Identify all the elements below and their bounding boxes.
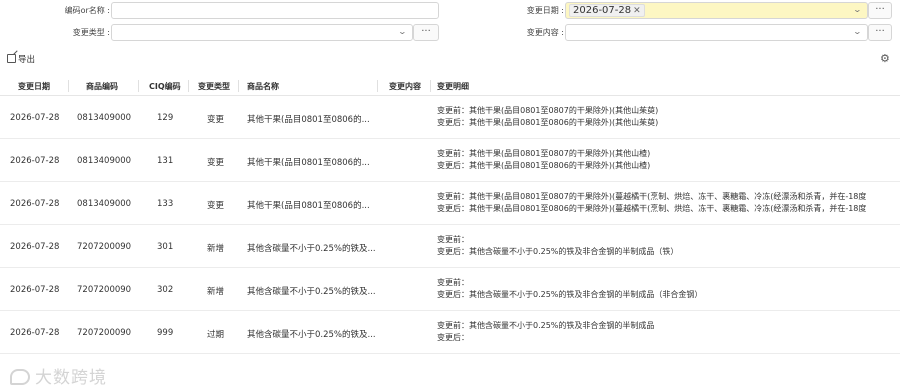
column-divider[interactable]	[377, 80, 378, 92]
cell-type: 新增	[207, 287, 225, 297]
cell-detail: 变更前：其他干果(品目0801至0807的干果除外)(蔓越橘干(烹制、烘焙、冻干…	[437, 191, 900, 215]
header-change-type[interactable]: 变更类型	[198, 81, 230, 92]
cell-detail: 变更前：其他干果(品目0801至0807的干果除外)(其他山茱萸) 变更后：其他…	[437, 105, 900, 129]
header-product-name[interactable]: 商品名称	[247, 81, 279, 92]
cell-type: 过期	[207, 330, 225, 340]
header-ciq-code[interactable]: CIQ编码	[149, 81, 181, 92]
filter-row-2: 变更类型 : ⌄ ··· 变更内容 : ⌄ ···	[0, 23, 900, 42]
cell-type: 新增	[207, 244, 225, 254]
cell-name: 其他含碳量不小于0.25%的铁及...	[247, 287, 376, 297]
chevron-down-icon[interactable]: ⌄	[853, 5, 862, 14]
cell-detail: 变更前： 变更后：其他含碳量不小于0.25%的铁及非合金钢的半制成品（铁）	[437, 234, 900, 258]
cell-type: 变更	[207, 115, 225, 125]
detail-before: 变更前：其他含碳量不小于0.25%的铁及非合金钢的半制成品	[437, 321, 655, 330]
cell-code: 7207200090	[77, 242, 132, 252]
detail-after: 变更后：其他干果(品目0801至0806的干果除外)(其他山茱萸)	[437, 118, 659, 127]
change-content-select[interactable]: ⌄	[565, 24, 868, 41]
detail-before: 变更前：其他干果(品目0801至0807的干果除外)(其他山茱萸)	[437, 106, 659, 115]
export-label: 导出	[18, 55, 36, 65]
column-divider[interactable]	[188, 80, 189, 92]
gear-icon[interactable]: ⚙	[880, 52, 890, 65]
cell-code: 0813409000	[77, 199, 132, 209]
code-or-name-input[interactable]	[111, 2, 439, 19]
change-date-more-button[interactable]: ···	[868, 2, 892, 19]
cell-name: 其他含碳量不小于0.25%的铁及...	[247, 330, 376, 340]
column-divider[interactable]	[68, 80, 69, 92]
watermark-text: 大数跨境	[35, 368, 107, 388]
header-change-detail[interactable]: 变更明细	[437, 81, 469, 92]
table-row[interactable]: 2026-07-28 7207200090 302 新增 其他含碳量不小于0.2…	[0, 268, 900, 311]
cell-date: 2026-07-28	[10, 113, 60, 123]
cell-name: 其他干果(品目0801至0806的...	[247, 115, 370, 125]
cell-date: 2026-07-28	[10, 242, 60, 252]
export-button[interactable]: 导出	[7, 53, 35, 65]
column-divider[interactable]	[238, 80, 239, 92]
cell-code: 7207200090	[77, 328, 132, 338]
cell-type: 变更	[207, 201, 225, 211]
cell-detail: 变更前：其他干果(品目0801至0807的干果除外)(其他山楂) 变更后：其他干…	[437, 148, 900, 172]
detail-after: 变更后：其他含碳量不小于0.25%的铁及非合金钢的半制成品（铁）	[437, 247, 679, 256]
cell-code: 0813409000	[77, 113, 132, 123]
table-row[interactable]: 2026-07-28 0813409000 131 变更 其他干果(品目0801…	[0, 139, 900, 182]
change-date-tag-label: 2026-07-28	[573, 5, 632, 16]
code-or-name-label: 编码or名称 :	[64, 6, 110, 15]
watermark-logo-icon	[10, 369, 30, 385]
chevron-down-icon[interactable]: ⌄	[853, 27, 862, 36]
cell-name: 其他干果(品目0801至0806的...	[247, 201, 370, 211]
header-product-code[interactable]: 商品编码	[86, 81, 118, 92]
detail-after: 变更后：其他干果(品目0801至0806的干果除外)(其他山楂)	[437, 161, 651, 170]
cell-name: 其他含碳量不小于0.25%的铁及...	[247, 244, 376, 254]
cell-ciq: 131	[157, 156, 174, 166]
table-row[interactable]: 2026-07-28 0813409000 129 变更 其他干果(品目0801…	[0, 96, 900, 139]
cell-ciq: 129	[157, 113, 174, 123]
table-row[interactable]: 2026-07-28 7207200090 999 过期 其他含碳量不小于0.2…	[0, 311, 900, 354]
close-icon[interactable]: ✕	[633, 6, 641, 16]
change-content-more-button[interactable]: ···	[868, 24, 892, 41]
cell-detail: 变更前： 变更后：其他含碳量不小于0.25%的铁及非合金钢的半制成品（非合金钢）	[437, 277, 900, 301]
cell-ciq: 133	[157, 199, 174, 209]
cell-date: 2026-07-28	[10, 156, 60, 166]
chevron-down-icon[interactable]: ⌄	[398, 27, 407, 36]
change-date-label: 变更日期 :	[526, 6, 564, 15]
cell-detail: 变更前：其他含碳量不小于0.25%的铁及非合金钢的半制成品 变更后：	[437, 320, 900, 344]
filter-row-1: 编码or名称 : 变更日期 : 2026-07-28 ✕ ⌄ ···	[0, 1, 900, 20]
detail-before: 变更前：其他干果(品目0801至0807的干果除外)(蔓越橘干(烹制、烘焙、冻干…	[437, 192, 867, 201]
header-change-date[interactable]: 变更日期	[18, 81, 50, 92]
change-date-select[interactable]: 2026-07-28 ✕ ⌄	[565, 2, 868, 19]
detail-after: 变更后：	[437, 333, 469, 342]
detail-after: 变更后：其他干果(品目0801至0806的干果除外)(蔓越橘干(烹制、烘焙、冻干…	[437, 204, 867, 213]
change-type-label: 变更类型 :	[72, 28, 110, 37]
cell-type: 变更	[207, 158, 225, 168]
cell-code: 0813409000	[77, 156, 132, 166]
table-header: 变更日期 商品编码 CIQ编码 变更类型 商品名称 变更内容 变更明细	[0, 76, 900, 96]
detail-before: 变更前：	[437, 278, 469, 287]
change-content-label: 变更内容 :	[526, 28, 564, 37]
cell-ciq: 302	[157, 285, 174, 295]
cell-code: 7207200090	[77, 285, 132, 295]
export-icon	[7, 54, 16, 63]
detail-before: 变更前：其他干果(品目0801至0807的干果除外)(其他山楂)	[437, 149, 651, 158]
column-divider[interactable]	[138, 80, 139, 92]
column-divider[interactable]	[430, 80, 431, 92]
cell-ciq: 301	[157, 242, 174, 252]
cell-date: 2026-07-28	[10, 199, 60, 209]
header-change-content[interactable]: 变更内容	[389, 81, 421, 92]
change-date-tag: 2026-07-28 ✕	[569, 4, 645, 17]
detail-after: 变更后：其他含碳量不小于0.25%的铁及非合金钢的半制成品（非合金钢）	[437, 290, 703, 299]
cell-ciq: 999	[157, 328, 174, 338]
table-row[interactable]: 2026-07-28 0813409000 133 变更 其他干果(品目0801…	[0, 182, 900, 225]
change-type-select[interactable]: ⌄	[111, 24, 413, 41]
change-type-more-button[interactable]: ···	[413, 24, 439, 41]
table-row[interactable]: 2026-07-28 7207200090 301 新增 其他含碳量不小于0.2…	[0, 225, 900, 268]
cell-date: 2026-07-28	[10, 285, 60, 295]
cell-name: 其他干果(品目0801至0806的...	[247, 158, 370, 168]
detail-before: 变更前：	[437, 235, 469, 244]
cell-date: 2026-07-28	[10, 328, 60, 338]
watermark: 大数跨境	[10, 363, 107, 388]
